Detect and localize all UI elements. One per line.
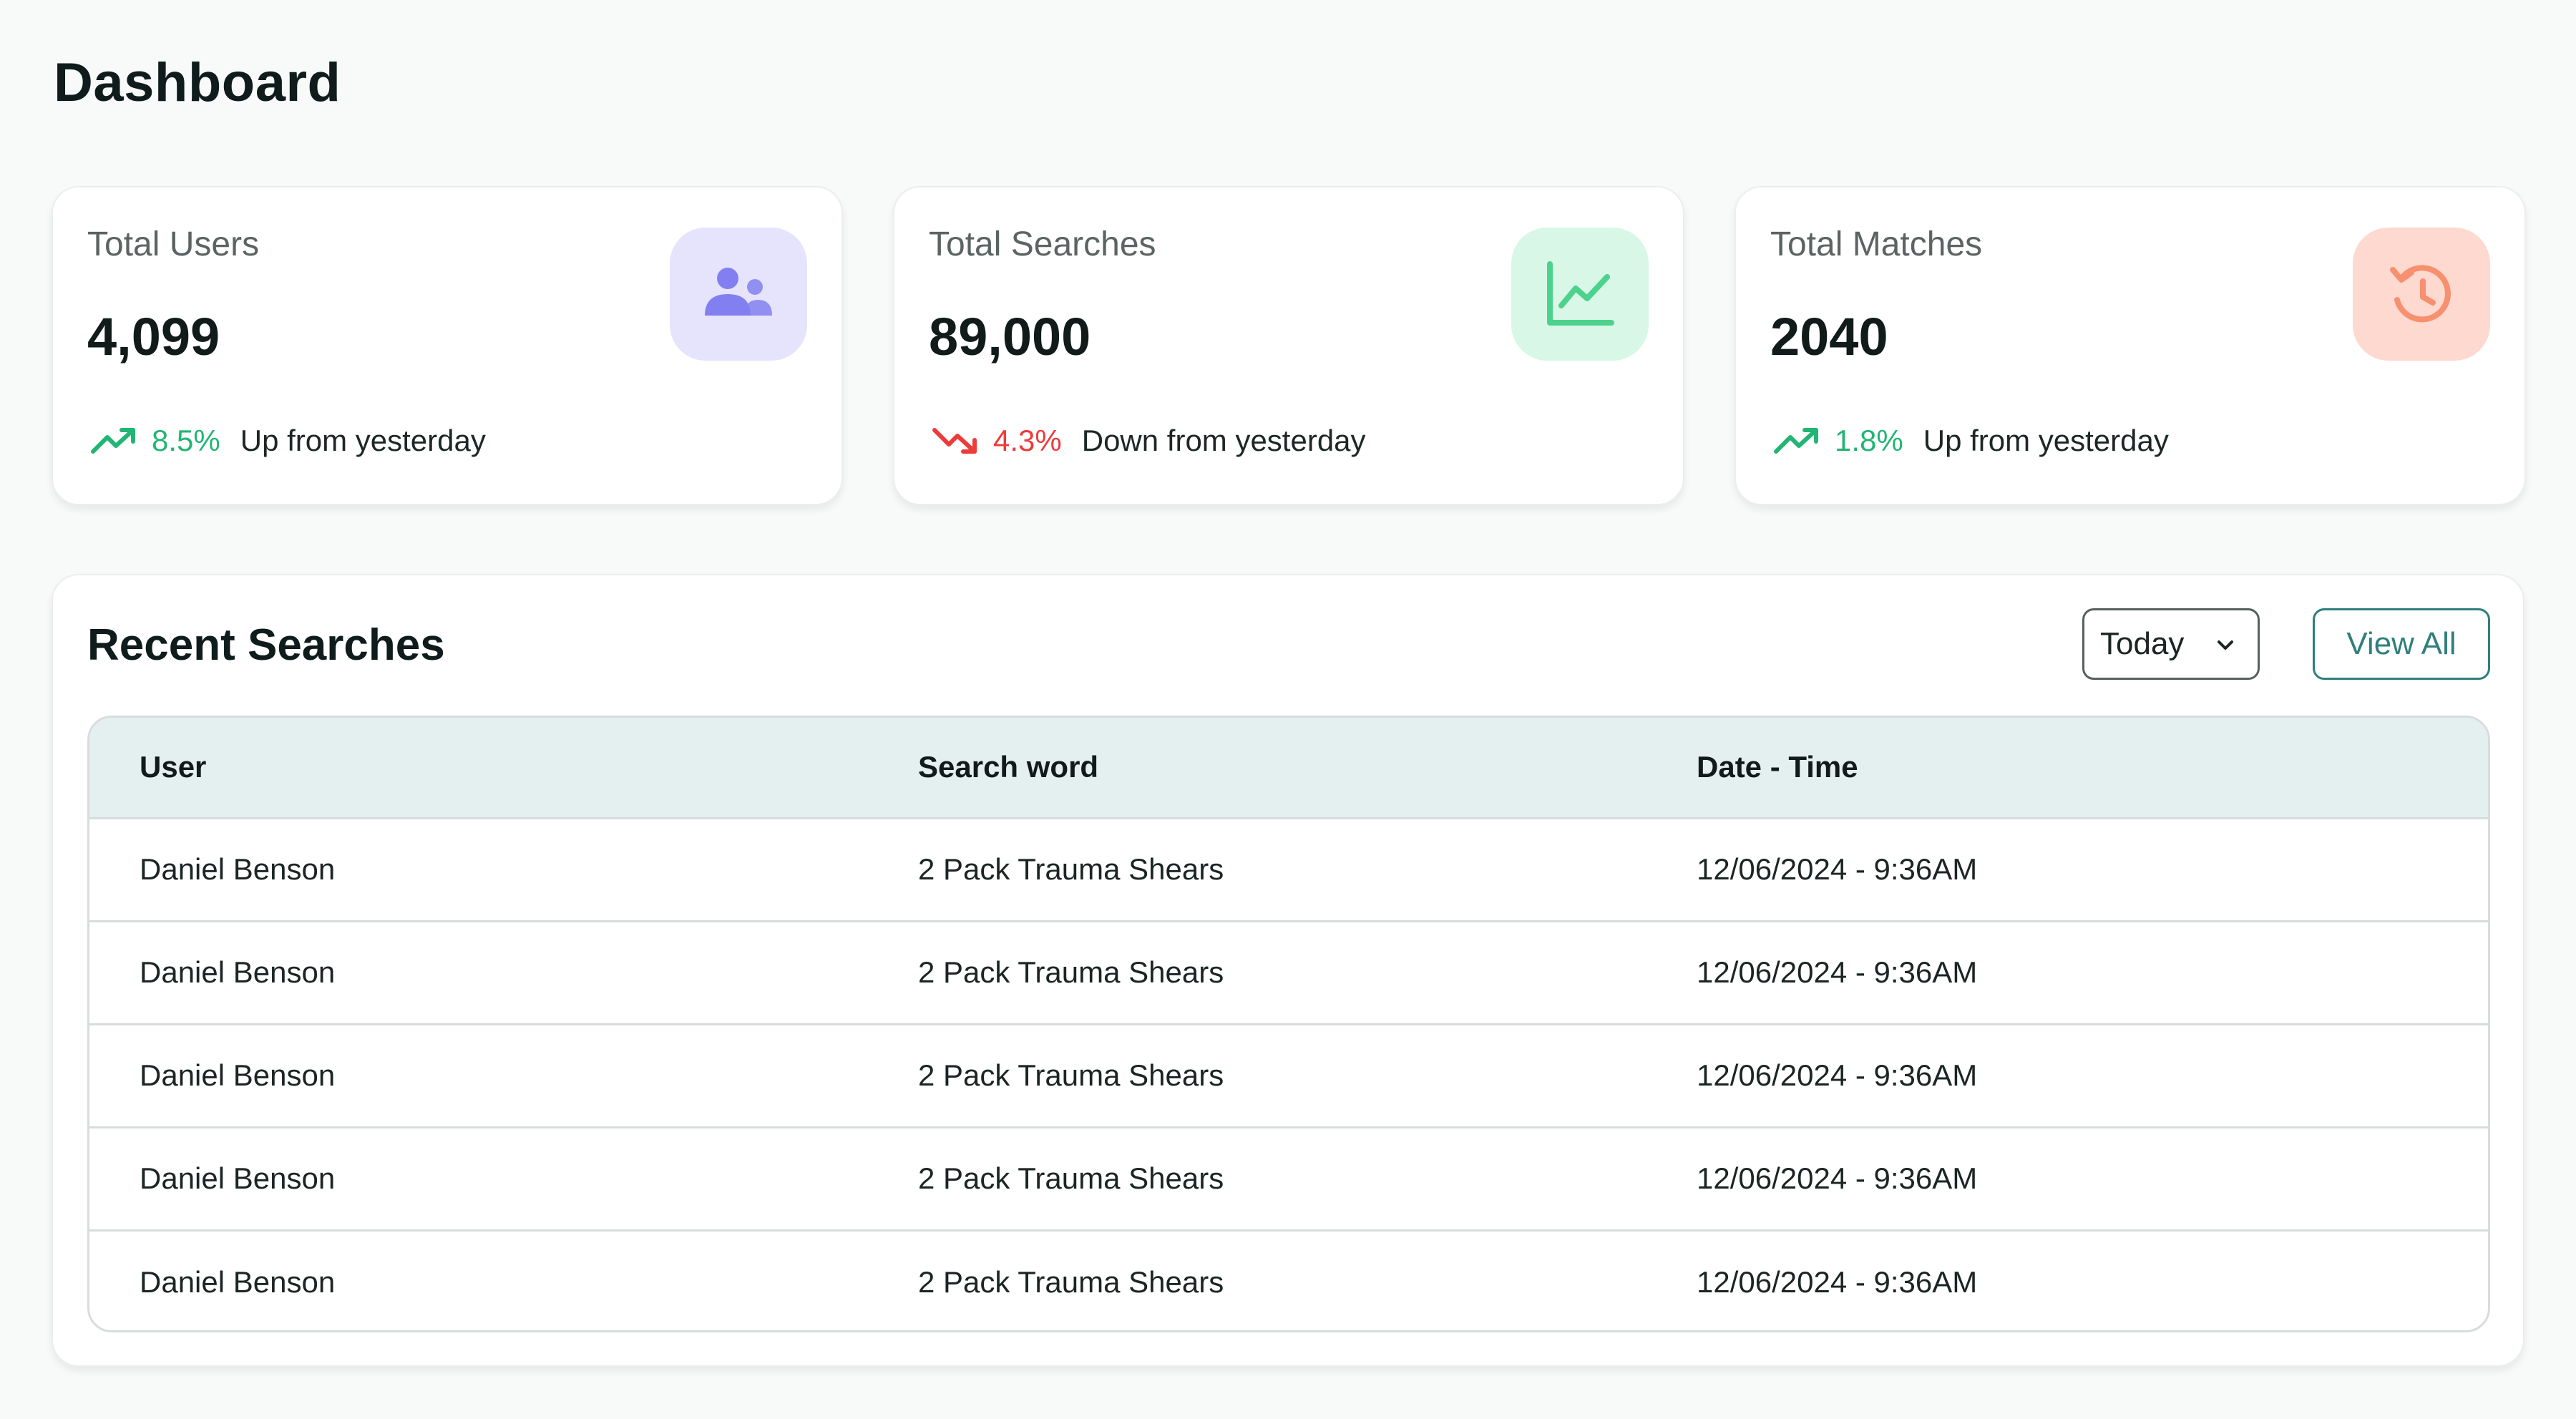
cell-search-word: 2 Pack Trauma Shears [918,955,1224,989]
stat-value: 4,099 [87,307,220,366]
cell-user: Daniel Benson [140,1058,336,1092]
cell-search-word: 2 Pack Trauma Shears [918,1264,1224,1299]
table-row[interactable]: Daniel Benson 2 Pack Trauma Shears 12/06… [89,1230,2488,1330]
table-row[interactable]: Daniel Benson 2 Pack Trauma Shears 12/06… [89,1127,2488,1230]
recent-searches-panel: Recent Searches Today View All User Sear… [52,574,2524,1367]
trend-up-icon [91,428,135,454]
trend-text: Up from yesterday [240,424,486,457]
dashboard-page: Dashboard Total Users 4,099 8.5% Up from… [0,0,2576,1419]
recent-searches-title: Recent Searches [87,620,445,670]
trend-down-icon [932,428,977,454]
trend-percent: 8.5% [152,424,220,457]
page-title: Dashboard [54,52,341,113]
users-icon [670,228,807,361]
cell-search-word: 2 Pack Trauma Shears [918,1058,1224,1092]
chevron-down-icon [2218,640,2233,650]
table-header-row: User Search word Date - Time [89,718,2488,818]
column-header-date-time[interactable]: Date - Time [1646,718,2488,818]
column-header-search-word[interactable]: Search word [868,718,1646,818]
cell-date-time: 12/06/2024 - 9:36AM [1697,1161,1978,1195]
stat-label: Total Users [87,225,260,263]
trend-up-icon [1774,428,1818,454]
recent-searches-table: User Search word Date - Time Daniel Bens… [87,716,2490,1332]
cell-search-word: 2 Pack Trauma Shears [918,852,1224,886]
cell-search-word: 2 Pack Trauma Shears [918,1161,1224,1195]
stats-cards: Total Users 4,099 8.5% Up from yesterday [52,186,2526,505]
trend-percent: 1.8% [1835,424,1903,457]
history-clock-icon [2353,228,2490,361]
date-filter-value: Today [2100,626,2185,661]
view-all-button[interactable]: View All [2313,608,2490,680]
line-chart-icon [1511,228,1649,361]
stat-trend: 1.8% Up from yesterday [1773,424,2169,458]
stat-value: 89,000 [929,307,1091,366]
stat-label: Total Matches [1770,225,1983,263]
stat-value: 2040 [1770,307,1888,366]
stat-trend: 4.3% Down from yesterday [932,424,1366,458]
table-row[interactable]: Daniel Benson 2 Pack Trauma Shears 12/06… [89,818,2488,921]
trend-percent: 4.3% [993,424,1062,457]
stat-card-total-users: Total Users 4,099 8.5% Up from yesterday [52,186,843,505]
trend-text: Down from yesterday [1081,424,1366,457]
stat-label: Total Searches [929,225,1156,263]
table-row[interactable]: Daniel Benson 2 Pack Trauma Shears 12/06… [89,921,2488,1024]
cell-date-time: 12/06/2024 - 9:36AM [1697,1264,1978,1299]
trend-text: Up from yesterday [1923,424,2169,457]
stat-card-total-matches: Total Matches 2040 1.8% Up from yesterda… [1735,186,2526,505]
table-row[interactable]: Daniel Benson 2 Pack Trauma Shears 12/06… [89,1024,2488,1127]
cell-date-time: 12/06/2024 - 9:36AM [1697,955,1978,989]
cell-date-time: 12/06/2024 - 9:36AM [1697,1058,1978,1092]
cell-user: Daniel Benson [140,1161,336,1195]
cell-user: Daniel Benson [140,852,336,886]
cell-user: Daniel Benson [140,955,336,989]
cell-date-time: 12/06/2024 - 9:36AM [1697,852,1978,886]
stat-trend: 8.5% Up from yesterday [90,424,486,458]
column-header-user[interactable]: User [89,718,868,818]
cell-user: Daniel Benson [140,1264,336,1299]
date-filter-select[interactable]: Today [2082,608,2260,680]
stat-card-total-searches: Total Searches 89,000 4.3% Down from yes… [893,186,1684,505]
